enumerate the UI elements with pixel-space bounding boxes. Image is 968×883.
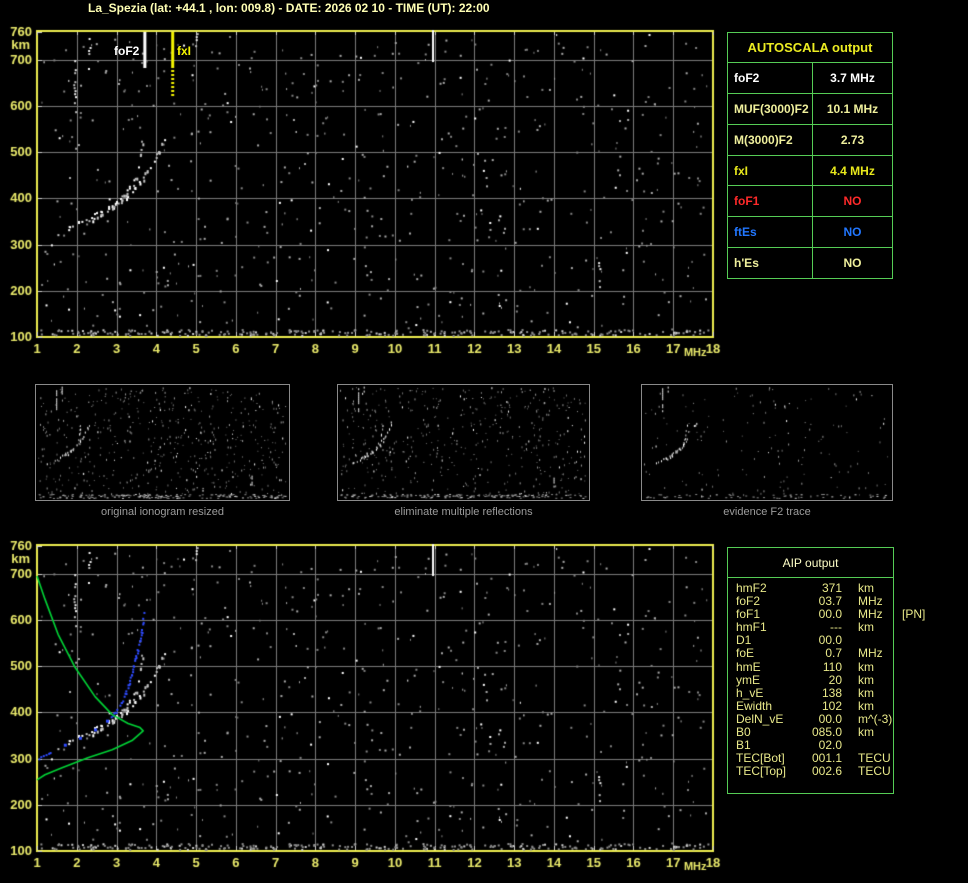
thumbnail-caption: evidence F2 trace bbox=[723, 506, 811, 518]
aip-name: Ewidth bbox=[736, 698, 773, 713]
aip-row-ewidth: Ewidth 102 km bbox=[736, 698, 893, 713]
aip-value: 20 bbox=[828, 672, 842, 687]
parameter-value: 10.1 MHz bbox=[826, 101, 879, 116]
thumbnail-evidence-f2-trace bbox=[641, 384, 893, 501]
aip-value: 0.7 bbox=[825, 646, 842, 661]
aip-name: ymE bbox=[736, 672, 760, 687]
parameter-label: M(3000)F2 bbox=[728, 124, 813, 155]
autoscala-row-hes: h'Es NO bbox=[728, 248, 892, 279]
autoscala-row-muf3000f2: MUF(3000)F2 10.1 MHz bbox=[728, 93, 892, 125]
aip-value: 110 bbox=[822, 659, 842, 674]
parameter-value: NO bbox=[843, 256, 862, 271]
aip-row-hmf1: hmF1 --- km bbox=[736, 621, 893, 634]
aip-row-yme: ymE 20 km bbox=[736, 672, 893, 687]
parameter-label: ftEs bbox=[728, 217, 813, 248]
aip-row-tectop: TEC[Top] 002.6 TECU bbox=[736, 765, 893, 778]
thumbnail-eliminate-reflections bbox=[337, 384, 590, 501]
parameter-value: NO bbox=[843, 194, 862, 209]
aip-unit: km bbox=[858, 725, 874, 740]
aip-row-hve: h_vE 138 km bbox=[736, 685, 893, 700]
fof2-marker-label: foF2 bbox=[114, 44, 140, 58]
page-title: La_Spezia (lat: +44.1 , lon: 009.8) - DA… bbox=[88, 1, 490, 15]
aip-name: h_vE bbox=[736, 685, 764, 700]
parameter-label: fxI bbox=[728, 155, 813, 186]
parameter-label: h'Es bbox=[728, 248, 813, 279]
aip-name: foE bbox=[736, 646, 755, 661]
aip-row-b0: B0 085.0 km bbox=[736, 725, 893, 739]
aip-unit: km bbox=[858, 672, 874, 687]
aip-unit: MHz bbox=[858, 646, 883, 661]
autoscala-row-fxi: fxI 4.4 MHz bbox=[728, 155, 892, 187]
autoscala-app-window: La_Spezia (lat: +44.1 , lon: 009.8) - DA… bbox=[0, 0, 968, 883]
ionogram-bottom-plot bbox=[0, 540, 730, 883]
aip-unit: TECU bbox=[858, 764, 891, 779]
parameter-value: 2.73 bbox=[840, 132, 865, 147]
aip-extra: [PN] bbox=[902, 607, 926, 622]
aip-row-foe: foE 0.7 MHz bbox=[736, 647, 893, 660]
aip-value: 002.6 bbox=[811, 764, 842, 779]
autoscala-row-fof1: foF1 NO bbox=[728, 186, 892, 218]
aip-name: TEC[Top] bbox=[736, 764, 787, 779]
aip-value: 138 bbox=[821, 685, 842, 700]
thumbnail-original-ionogram bbox=[35, 384, 290, 501]
aip-output-table: AIP output hmF2 371 km foF2 03.7 MHz foF1 00.0 M… bbox=[727, 547, 925, 794]
autoscala-table-title: AUTOSCALA output bbox=[728, 33, 892, 63]
autoscala-row-m3000f2: M(3000)F2 2.73 bbox=[728, 124, 892, 156]
parameter-value: NO bbox=[843, 225, 862, 240]
aip-name: hmE bbox=[736, 659, 761, 674]
parameter-value: 4.4 MHz bbox=[830, 163, 875, 178]
autoscala-output-table: AUTOSCALA output foF2 3.7 MHz MUF(3000)F2 1… bbox=[727, 32, 893, 279]
parameter-label: foF2 bbox=[728, 63, 813, 93]
aip-table-body: hmF2 371 km foF2 03.7 MHz foF1 00.0 MHz [PN] hmF1-… bbox=[728, 578, 925, 778]
autoscala-row-ftes: ftEs NO bbox=[728, 217, 892, 249]
aip-value: 102 bbox=[821, 698, 842, 713]
aip-unit: km bbox=[858, 659, 874, 674]
ionogram-top-plot bbox=[0, 25, 730, 370]
fxi-marker-label: fxI bbox=[177, 44, 192, 58]
aip-unit: km bbox=[858, 685, 874, 700]
aip-unit: km bbox=[858, 620, 874, 635]
aip-unit: km bbox=[858, 698, 874, 713]
autoscala-row-fof2: foF2 3.7 MHz bbox=[728, 63, 892, 94]
autoscala-table-body: foF2 3.7 MHz MUF(3000)F2 10.1 MHz M(3000)F2 2… bbox=[728, 63, 892, 279]
thumbnail-caption: original ionogram resized bbox=[101, 506, 224, 518]
aip-row-hme: hmE 110 km bbox=[736, 659, 893, 674]
aip-table-title: AIP output bbox=[728, 548, 893, 578]
parameter-label: MUF(3000)F2 bbox=[728, 93, 813, 124]
parameter-value: 3.7 MHz bbox=[830, 70, 875, 85]
parameter-label: foF1 bbox=[728, 186, 813, 217]
thumbnail-caption: eliminate multiple reflections bbox=[394, 506, 533, 518]
